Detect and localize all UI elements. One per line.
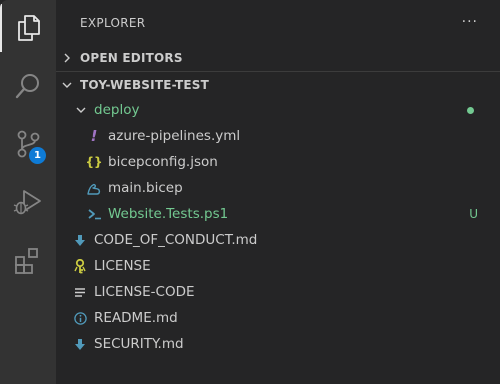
explorer-title: EXPLORER: [80, 16, 146, 30]
powershell-icon: [86, 206, 102, 222]
file-readme[interactable]: README.md: [56, 305, 500, 331]
file-label: SECURITY.md: [94, 336, 184, 352]
file-label: azure-pipelines.yml: [108, 128, 241, 144]
yaml-exclamation-icon: !: [90, 127, 98, 145]
file-label: LICENSE-CODE: [94, 284, 195, 300]
file-code-of-conduct[interactable]: CODE_OF_CONDUCT.md: [56, 227, 500, 253]
markdown-arrow-icon: [72, 232, 88, 248]
file-label: CODE_OF_CONDUCT.md: [94, 232, 258, 248]
file-license-code[interactable]: LICENSE-CODE: [56, 279, 500, 305]
markdown-arrow-icon: [72, 336, 88, 352]
run-debug-icon: [13, 190, 41, 215]
folder-deploy[interactable]: deploy: [56, 97, 500, 123]
run-debug-activity-button[interactable]: [0, 178, 56, 226]
extensions-activity-button[interactable]: [0, 236, 56, 284]
project-root-section[interactable]: TOY-WEBSITE-TEST: [56, 72, 500, 98]
files-icon: [18, 15, 40, 41]
search-icon: [15, 74, 39, 99]
file-label: main.bicep: [108, 180, 183, 196]
source-control-activity-button[interactable]: 1: [0, 120, 56, 168]
open-editors-label: OPEN EDITORS: [80, 51, 183, 65]
file-main-bicep[interactable]: main.bicep: [56, 175, 500, 201]
open-editors-section[interactable]: OPEN EDITORS: [56, 45, 500, 72]
search-activity-button[interactable]: [0, 62, 56, 110]
more-actions-icon[interactable]: ···: [462, 14, 478, 30]
untracked-status: U: [469, 207, 478, 221]
extensions-icon: [15, 248, 38, 274]
explorer-sidebar: EXPLORER ··· OPEN EDITORS TOY-WEBSITE-TE…: [56, 0, 500, 384]
source-control-badge: 1: [29, 147, 46, 164]
file-bicepconfig[interactable]: {} bicepconfig.json: [56, 149, 500, 175]
vscode-window: 1 EXPLORER ··· OPEN EDITORS TOY-WEBSITE-…: [0, 0, 500, 384]
file-label: README.md: [94, 310, 178, 326]
chevron-down-icon: [74, 103, 88, 117]
bicep-arm-icon: [86, 180, 102, 196]
json-braces-icon: {}: [85, 155, 103, 169]
chevron-right-icon: [60, 51, 74, 65]
project-name: TOY-WEBSITE-TEST: [80, 78, 210, 92]
info-icon: [72, 310, 88, 326]
license-key-icon: [72, 258, 88, 274]
file-license[interactable]: LICENSE: [56, 253, 500, 279]
file-security[interactable]: SECURITY.md: [56, 331, 500, 357]
file-label: LICENSE: [94, 258, 151, 274]
activity-bar: 1: [0, 0, 56, 384]
chevron-down-icon: [60, 78, 74, 92]
file-azure-pipelines[interactable]: ! azure-pipelines.yml: [56, 123, 500, 149]
file-website-tests[interactable]: Website.Tests.ps1 U: [56, 201, 500, 227]
file-label: bicepconfig.json: [108, 154, 218, 170]
file-label: Website.Tests.ps1: [108, 206, 229, 222]
explorer-activity-button[interactable]: [0, 4, 56, 52]
folder-label: deploy: [94, 102, 140, 118]
text-lines-icon: [72, 284, 88, 300]
modified-dot-icon: [467, 106, 474, 114]
